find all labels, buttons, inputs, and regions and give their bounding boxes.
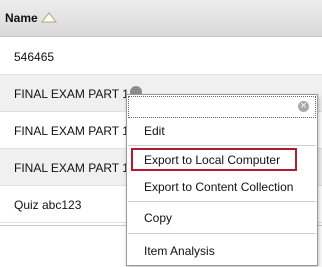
menu-item-item-analysis[interactable]: Item Analysis [144,244,215,258]
menu-item-export-content-collection[interactable]: Export to Content Collection [144,180,293,194]
row-name[interactable]: FINAL EXAM PART 1( [14,124,133,138]
context-menu: × Edit Export to Local Computer Export t… [126,94,318,266]
test-list-page: Name 546465 FINAL EXAM PART 1 FINAL EXAM… [0,0,322,267]
row-name[interactable]: Quiz abc123 [14,198,81,212]
name-column-label: Name [5,11,38,25]
sort-ascending-icon[interactable] [41,11,57,23]
menu-divider [128,145,316,146]
name-column-header[interactable]: Name [0,0,322,37]
close-icon[interactable]: × [298,101,309,112]
menu-item-export-local[interactable]: Export to Local Computer [144,153,280,167]
row-name[interactable]: FINAL EXAM PART 1( [14,161,133,175]
menu-divider [128,201,316,202]
row-name[interactable]: FINAL EXAM PART 1 [14,87,129,101]
row-name[interactable]: 546465 [14,50,54,64]
menu-item-copy[interactable]: Copy [144,211,172,225]
table-row[interactable]: 546465 [0,38,322,75]
context-menu-header [128,96,316,118]
menu-divider [128,233,316,234]
menu-item-edit[interactable]: Edit [144,124,165,138]
